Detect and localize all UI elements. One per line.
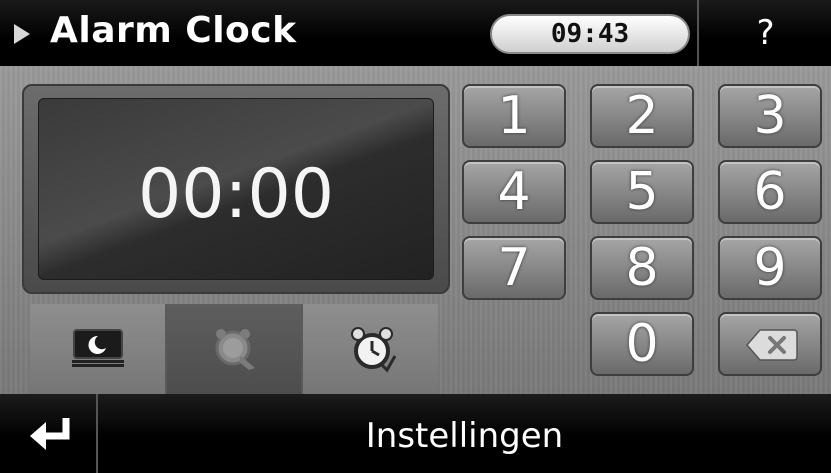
page-title: Alarm Clock	[50, 10, 297, 51]
keypad-key-0[interactable]: 0	[590, 312, 694, 376]
keypad-key-9[interactable]: 9	[718, 236, 822, 300]
alarm-display-frame: 00:00	[22, 84, 450, 294]
current-time-display: 09:43	[490, 14, 690, 54]
keypad-key-7[interactable]: 7	[462, 236, 566, 300]
settings-button[interactable]: Instellingen	[98, 394, 831, 473]
return-arrow-icon	[30, 418, 70, 450]
keypad-key-4[interactable]: 4	[462, 160, 566, 224]
snooze-icon	[215, 329, 255, 370]
keypad-key-5[interactable]: 5	[590, 160, 694, 224]
alarm-time-value: 00:00	[138, 155, 334, 234]
title-divider	[697, 0, 699, 66]
keypad-key-3[interactable]: 3	[718, 84, 822, 148]
title-bar: Alarm Clock 09:43 ?	[0, 0, 831, 66]
keypad-key-6[interactable]: 6	[718, 160, 822, 224]
keypad-key-1[interactable]: 1	[462, 84, 566, 148]
bottom-bar: Instellingen	[0, 394, 831, 473]
keypad-key-8[interactable]: 8	[590, 236, 694, 300]
backspace-icon	[746, 329, 798, 361]
snooze-button[interactable]	[166, 304, 304, 394]
main-panel: 00:00 1 2 3 4 5 6 7 8 9 0	[0, 66, 831, 394]
alarm-button[interactable]	[303, 304, 439, 394]
play-arrow-icon	[14, 24, 30, 44]
sleep-mode-button[interactable]	[30, 304, 167, 394]
mode-bar	[30, 304, 439, 394]
alarm-clock-icon	[351, 327, 397, 373]
back-button[interactable]	[0, 394, 96, 473]
sleep-mode-icon	[72, 329, 124, 367]
keypad-key-2[interactable]: 2	[590, 84, 694, 148]
help-button[interactable]: ?	[700, 0, 831, 66]
backspace-button[interactable]	[718, 312, 822, 376]
alarm-display-screen: 00:00	[38, 98, 434, 280]
